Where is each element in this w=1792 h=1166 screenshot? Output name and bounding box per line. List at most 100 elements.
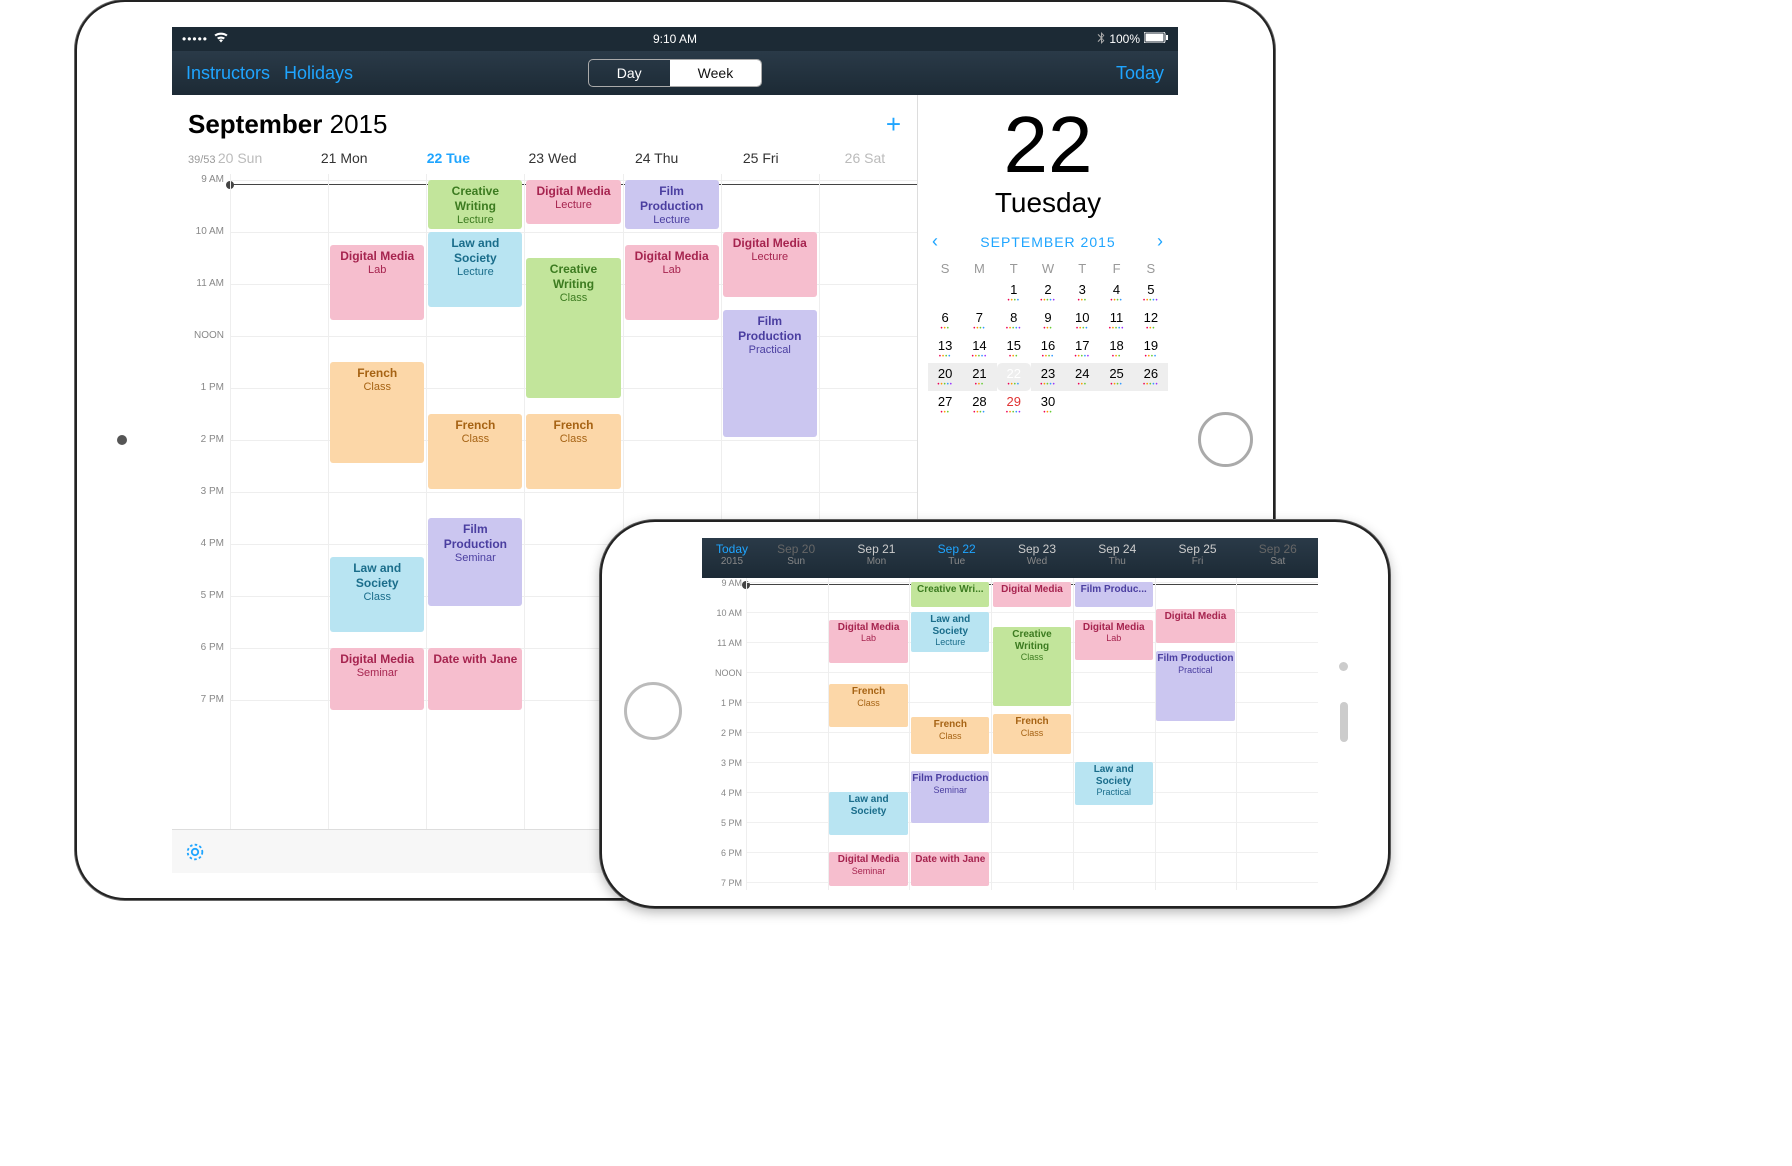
iphone-day-header[interactable]: Today2015Sep 20SunSep 21MonSep 22TueSep …: [702, 538, 1318, 578]
mini-cal-day[interactable]: 29•••••: [997, 391, 1031, 419]
event-block[interactable]: Creative WritingClass: [526, 258, 620, 398]
day-header-cell[interactable]: 25 Fri: [709, 150, 813, 166]
mini-cal-day[interactable]: 16••••: [1031, 335, 1065, 363]
mini-cal-day[interactable]: 1••••: [997, 279, 1031, 307]
mini-cal-day[interactable]: 17•••••: [1065, 335, 1099, 363]
iphone-event-block[interactable]: Creative Wri...: [911, 582, 989, 607]
holidays-link[interactable]: Holidays: [284, 63, 353, 84]
iphone-today-button[interactable]: Today2015: [708, 538, 756, 578]
mini-cal-day[interactable]: 24•••: [1065, 363, 1099, 391]
iphone-day-cell[interactable]: Sep 21Mon: [836, 538, 916, 578]
day-header-cell[interactable]: 26 Sat: [813, 150, 917, 166]
iphone-day-cell[interactable]: Sep 25Fri: [1157, 538, 1237, 578]
mini-cal-day[interactable]: 9•••: [1031, 307, 1065, 335]
iphone-event-block[interactable]: Digital MediaLab: [1075, 620, 1153, 660]
mini-cal-day[interactable]: 30•••: [1031, 391, 1065, 419]
mini-cal-day[interactable]: 21•••: [962, 363, 996, 391]
day-header-cell[interactable]: 20 Sun: [188, 150, 292, 166]
mini-cal-day[interactable]: 25••••: [1099, 363, 1133, 391]
iphone-day-cell[interactable]: Sep 22Tue: [917, 538, 997, 578]
event-block[interactable]: Date with Jane: [428, 648, 522, 710]
mini-cal-day[interactable]: 2•••••: [1031, 279, 1065, 307]
mini-cal-day[interactable]: 12•••: [1134, 307, 1168, 335]
mini-cal-day[interactable]: 3•••: [1065, 279, 1099, 307]
mini-cal-day[interactable]: 7••••: [962, 307, 996, 335]
event-block[interactable]: Law and SocietyLecture: [428, 232, 522, 307]
today-button[interactable]: Today: [1116, 63, 1164, 83]
iphone-event-block[interactable]: FrenchClass: [829, 684, 907, 727]
mini-cal-day[interactable]: 19••••: [1134, 335, 1168, 363]
mini-cal-day[interactable]: 5•••••: [1134, 279, 1168, 307]
mini-cal-day[interactable]: 20•••••: [928, 363, 962, 391]
mini-cal-day[interactable]: 14•••••: [962, 335, 996, 363]
mini-cal-day[interactable]: 11•••••: [1099, 307, 1133, 335]
mini-cal-day[interactable]: 26•••••: [1134, 363, 1168, 391]
event-block[interactable]: Digital MediaLab: [625, 245, 719, 320]
add-button[interactable]: +: [886, 109, 901, 140]
seg-week[interactable]: Week: [670, 60, 762, 86]
event-block[interactable]: Film ProductionSeminar: [428, 518, 522, 606]
day-header-cell[interactable]: 21 Mon: [292, 150, 396, 166]
iphone-day-cell[interactable]: Sep 26Sat: [1238, 538, 1318, 578]
iphone-event-block[interactable]: Law and Society: [829, 792, 907, 835]
mini-cal-day[interactable]: 18•••: [1099, 335, 1133, 363]
iphone-event-block[interactable]: Digital MediaLab: [829, 620, 907, 663]
month-title: September 2015: [188, 109, 387, 140]
iphone-event-block[interactable]: Film ProductionPractical: [1156, 651, 1234, 721]
mini-cal-day[interactable]: 27•••: [928, 391, 962, 419]
mini-cal-title: SEPTEMBER 2015: [980, 234, 1115, 250]
battery-pct: 100%: [1109, 32, 1140, 46]
view-segmented-control[interactable]: Day Week: [588, 59, 762, 87]
iphone-event-block[interactable]: Digital MediaSeminar: [829, 852, 907, 886]
mini-cal-day[interactable]: 28••••: [962, 391, 996, 419]
iphone-week-grid[interactable]: Digital MediaLabFrenchClassLaw and Socie…: [746, 578, 1318, 890]
gear-icon[interactable]: [184, 841, 206, 863]
iphone-day-cell[interactable]: Sep 23Wed: [997, 538, 1077, 578]
iphone-event-block[interactable]: FrenchClass: [993, 714, 1071, 754]
day-header-cell[interactable]: 23 Wed: [500, 150, 604, 166]
mini-cal-day[interactable]: 10••••: [1065, 307, 1099, 335]
mini-cal-day[interactable]: 15•••: [997, 335, 1031, 363]
iphone-event-block[interactable]: Film Produc...: [1075, 582, 1153, 607]
prev-month-button[interactable]: ‹: [932, 231, 939, 252]
event-block[interactable]: Digital MediaLecture: [723, 232, 817, 297]
event-block[interactable]: Digital MediaLecture: [526, 180, 620, 224]
iphone-event-block[interactable]: Digital Media: [1156, 609, 1234, 643]
mini-cal-day[interactable]: 22••••: [997, 363, 1031, 391]
day-header-cell[interactable]: 24 Thu: [605, 150, 709, 166]
day-header-cell[interactable]: 22 Tue: [396, 150, 500, 166]
event-block[interactable]: Film ProductionLecture: [625, 180, 719, 229]
mini-cal-day[interactable]: 13••••: [928, 335, 962, 363]
mini-cal-day[interactable]: 4••••: [1099, 279, 1133, 307]
iphone-event-block[interactable]: Creative WritingClass: [993, 627, 1071, 706]
iphone-event-block[interactable]: Digital Media: [993, 582, 1071, 607]
iphone-day-cell[interactable]: Sep 20Sun: [756, 538, 836, 578]
event-block[interactable]: Film ProductionPractical: [723, 310, 817, 437]
event-block[interactable]: FrenchClass: [526, 414, 620, 489]
iphone-home-button[interactable]: [624, 682, 682, 740]
ipad-home-button[interactable]: [1198, 412, 1253, 467]
battery-icon: [1144, 32, 1168, 46]
event-block[interactable]: Digital MediaSeminar: [330, 648, 424, 710]
event-block[interactable]: Digital MediaLab: [330, 245, 424, 320]
mini-cal-day: [962, 279, 996, 307]
instructors-link[interactable]: Instructors: [186, 63, 270, 84]
next-month-button[interactable]: ›: [1157, 231, 1164, 252]
event-block[interactable]: Creative WritingLecture: [428, 180, 522, 229]
ipad-camera: [117, 435, 127, 445]
mini-cal-day[interactable]: 8•••••: [997, 307, 1031, 335]
iphone-event-block[interactable]: Film ProductionSeminar: [911, 771, 989, 823]
iphone-event-block[interactable]: Law and SocietyPractical: [1075, 762, 1153, 805]
iphone-day-cell[interactable]: Sep 24Thu: [1077, 538, 1157, 578]
event-block[interactable]: FrenchClass: [428, 414, 522, 489]
day-header-row: 39/53 20 Sun21 Mon22 Tue23 Wed24 Thu25 F…: [172, 146, 917, 174]
iphone-event-block[interactable]: Law and SocietyLecture: [911, 612, 989, 652]
iphone-event-block[interactable]: Date with Jane: [911, 852, 989, 886]
event-block[interactable]: Law and SocietyClass: [330, 557, 424, 632]
iphone-event-block[interactable]: FrenchClass: [911, 717, 989, 754]
seg-day[interactable]: Day: [589, 60, 670, 86]
mini-cal-day[interactable]: 23•••••: [1031, 363, 1065, 391]
mini-calendar[interactable]: 1••••2•••••3•••4••••5••••• 6•••7••••8••••…: [928, 279, 1168, 419]
mini-cal-day[interactable]: 6•••: [928, 307, 962, 335]
event-block[interactable]: FrenchClass: [330, 362, 424, 463]
